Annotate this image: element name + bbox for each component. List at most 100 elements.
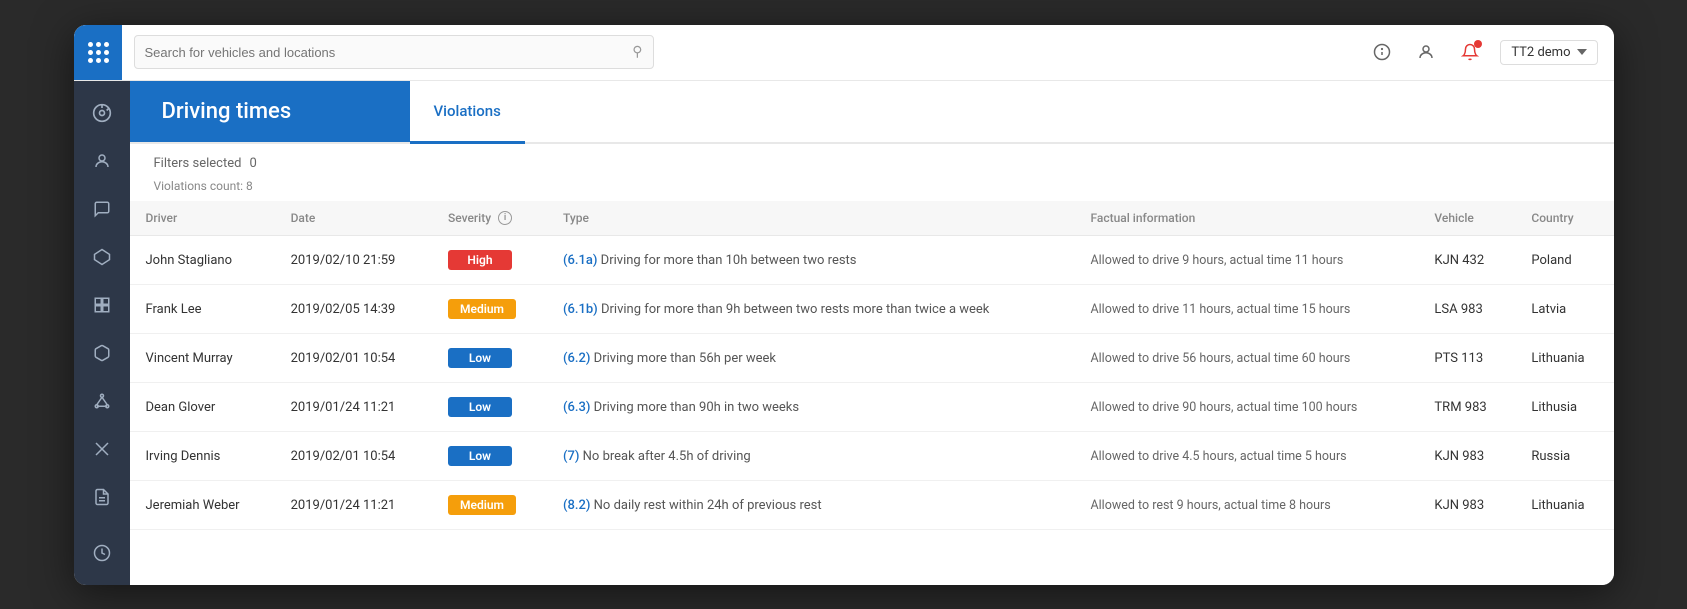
cell-severity: High bbox=[432, 236, 547, 285]
sidebar-item-routes[interactable] bbox=[82, 237, 122, 277]
cell-severity: Medium bbox=[432, 481, 547, 530]
severity-badge: Low bbox=[448, 348, 512, 368]
cell-driver: Irving Dennis bbox=[130, 432, 275, 481]
violation-description: No break after 4.5h of driving bbox=[583, 449, 751, 464]
filters-count: 0 bbox=[249, 156, 256, 171]
cell-date: 2019/02/05 14:39 bbox=[275, 285, 432, 334]
table-row[interactable]: Vincent Murray 2019/02/01 10:54 Low (6.2… bbox=[130, 334, 1614, 383]
cell-country: Russia bbox=[1515, 432, 1613, 481]
col-severity: Severity i bbox=[432, 201, 547, 236]
logo bbox=[74, 25, 122, 81]
table-area: Filters selected 0 Violations count: 8 D… bbox=[130, 144, 1614, 585]
violation-code: (8.2) bbox=[563, 498, 590, 513]
sidebar bbox=[74, 81, 130, 585]
content-area: Driving times Violations Filters selecte… bbox=[130, 81, 1614, 585]
table-row[interactable]: Jeremiah Weber 2019/01/24 11:21 Medium (… bbox=[130, 481, 1614, 530]
violation-code: (6.2) bbox=[563, 351, 590, 366]
info-icon[interactable] bbox=[1368, 38, 1396, 66]
cell-vehicle: KJN 432 bbox=[1418, 236, 1515, 285]
sidebar-item-boxes[interactable] bbox=[82, 285, 122, 325]
table-header-row: Driver Date Severity i Type Factual info… bbox=[130, 201, 1614, 236]
cell-factual: Allowed to drive 11 hours, actual time 1… bbox=[1074, 285, 1418, 334]
page-title: Driving times bbox=[130, 81, 410, 142]
violation-description: Driving for more than 10h between two re… bbox=[601, 253, 857, 268]
cell-date: 2019/01/24 11:21 bbox=[275, 481, 432, 530]
table-row[interactable]: Irving Dennis 2019/02/01 10:54 Low (7) N… bbox=[130, 432, 1614, 481]
violation-code: (6.3) bbox=[563, 400, 590, 415]
cell-vehicle: PTS 113 bbox=[1418, 334, 1515, 383]
cell-severity: Low bbox=[432, 334, 547, 383]
sidebar-item-tools[interactable] bbox=[82, 429, 122, 469]
violation-code: (7) bbox=[563, 449, 579, 464]
sidebar-item-driver[interactable] bbox=[82, 141, 122, 181]
col-date: Date bbox=[275, 201, 432, 236]
cell-factual: Allowed to drive 90 hours, actual time 1… bbox=[1074, 383, 1418, 432]
violation-code: (6.1b) bbox=[563, 302, 598, 317]
cell-severity: Low bbox=[432, 432, 547, 481]
violation-description: No daily rest within 24h of previous res… bbox=[594, 498, 822, 513]
cell-type: (8.2) No daily rest within 24h of previo… bbox=[547, 481, 1074, 530]
cell-driver: Vincent Murray bbox=[130, 334, 275, 383]
search-input[interactable] bbox=[145, 45, 625, 60]
severity-badge: Low bbox=[448, 397, 512, 417]
top-right-actions: TT2 demo bbox=[1368, 38, 1597, 66]
cell-vehicle: LSA 983 bbox=[1418, 285, 1515, 334]
cell-country: Latvia bbox=[1515, 285, 1613, 334]
cell-driver: Jeremiah Weber bbox=[130, 481, 275, 530]
notification-badge bbox=[1474, 40, 1482, 48]
cell-factual: Allowed to drive 56 hours, actual time 6… bbox=[1074, 334, 1418, 383]
notification-icon[interactable] bbox=[1456, 38, 1484, 66]
filters-row: Filters selected 0 bbox=[130, 144, 1614, 175]
cell-factual: Allowed to drive 4.5 hours, actual time … bbox=[1074, 432, 1418, 481]
cell-vehicle: KJN 983 bbox=[1418, 481, 1515, 530]
user-icon[interactable] bbox=[1412, 38, 1440, 66]
table-row[interactable]: Dean Glover 2019/01/24 11:21 Low (6.3) D… bbox=[130, 383, 1614, 432]
cell-date: 2019/02/01 10:54 bbox=[275, 334, 432, 383]
cell-severity: Medium bbox=[432, 285, 547, 334]
cell-date: 2019/02/01 10:54 bbox=[275, 432, 432, 481]
cell-type: (7) No break after 4.5h of driving bbox=[547, 432, 1074, 481]
cell-severity: Low bbox=[432, 383, 547, 432]
sidebar-item-network[interactable] bbox=[82, 381, 122, 421]
cell-factual: Allowed to rest 9 hours, actual time 8 h… bbox=[1074, 481, 1418, 530]
tab-violations[interactable]: Violations bbox=[410, 81, 525, 144]
cell-country: Lithuania bbox=[1515, 481, 1613, 530]
severity-badge: Medium bbox=[448, 495, 516, 515]
cell-vehicle: TRM 983 bbox=[1418, 383, 1515, 432]
cell-date: 2019/02/10 21:59 bbox=[275, 236, 432, 285]
severity-badge: High bbox=[448, 250, 512, 270]
sidebar-item-dashboard[interactable] bbox=[82, 93, 122, 133]
sidebar-item-cube[interactable] bbox=[82, 333, 122, 373]
severity-badge: Low bbox=[448, 446, 512, 466]
sidebar-item-clock[interactable] bbox=[82, 533, 122, 573]
sidebar-item-reports[interactable] bbox=[82, 477, 122, 517]
cell-type: (6.1a) Driving for more than 10h between… bbox=[547, 236, 1074, 285]
violation-description: Driving for more than 9h between two res… bbox=[601, 302, 989, 317]
violations-table: Driver Date Severity i Type Factual info… bbox=[130, 201, 1614, 531]
severity-info-icon[interactable]: i bbox=[498, 211, 512, 225]
cell-country: Lithuania bbox=[1515, 334, 1613, 383]
user-dropdown[interactable]: TT2 demo bbox=[1500, 40, 1597, 65]
cell-factual: Allowed to drive 9 hours, actual time 11… bbox=[1074, 236, 1418, 285]
cell-driver: Dean Glover bbox=[130, 383, 275, 432]
cell-country: Lithusia bbox=[1515, 383, 1613, 432]
col-vehicle: Vehicle bbox=[1418, 201, 1515, 236]
sidebar-item-messages[interactable] bbox=[82, 189, 122, 229]
col-driver: Driver bbox=[130, 201, 275, 236]
cell-type: (6.3) Driving more than 90h in two weeks bbox=[547, 383, 1074, 432]
search-box[interactable]: ⚲ bbox=[134, 35, 654, 69]
col-type: Type bbox=[547, 201, 1074, 236]
cell-date: 2019/01/24 11:21 bbox=[275, 383, 432, 432]
table-row[interactable]: John Stagliano 2019/02/10 21:59 High (6.… bbox=[130, 236, 1614, 285]
col-factual: Factual information bbox=[1074, 201, 1418, 236]
cell-driver: John Stagliano bbox=[130, 236, 275, 285]
violation-description: Driving more than 90h in two weeks bbox=[594, 400, 799, 415]
cell-driver: Frank Lee bbox=[130, 285, 275, 334]
severity-badge: Medium bbox=[448, 299, 516, 319]
table-row[interactable]: Frank Lee 2019/02/05 14:39 Medium (6.1b)… bbox=[130, 285, 1614, 334]
cell-type: (6.2) Driving more than 56h per week bbox=[547, 334, 1074, 383]
user-label: TT2 demo bbox=[1511, 45, 1570, 60]
cell-type: (6.1b) Driving for more than 9h between … bbox=[547, 285, 1074, 334]
cell-vehicle: KJN 983 bbox=[1418, 432, 1515, 481]
logo-dots bbox=[88, 42, 108, 63]
